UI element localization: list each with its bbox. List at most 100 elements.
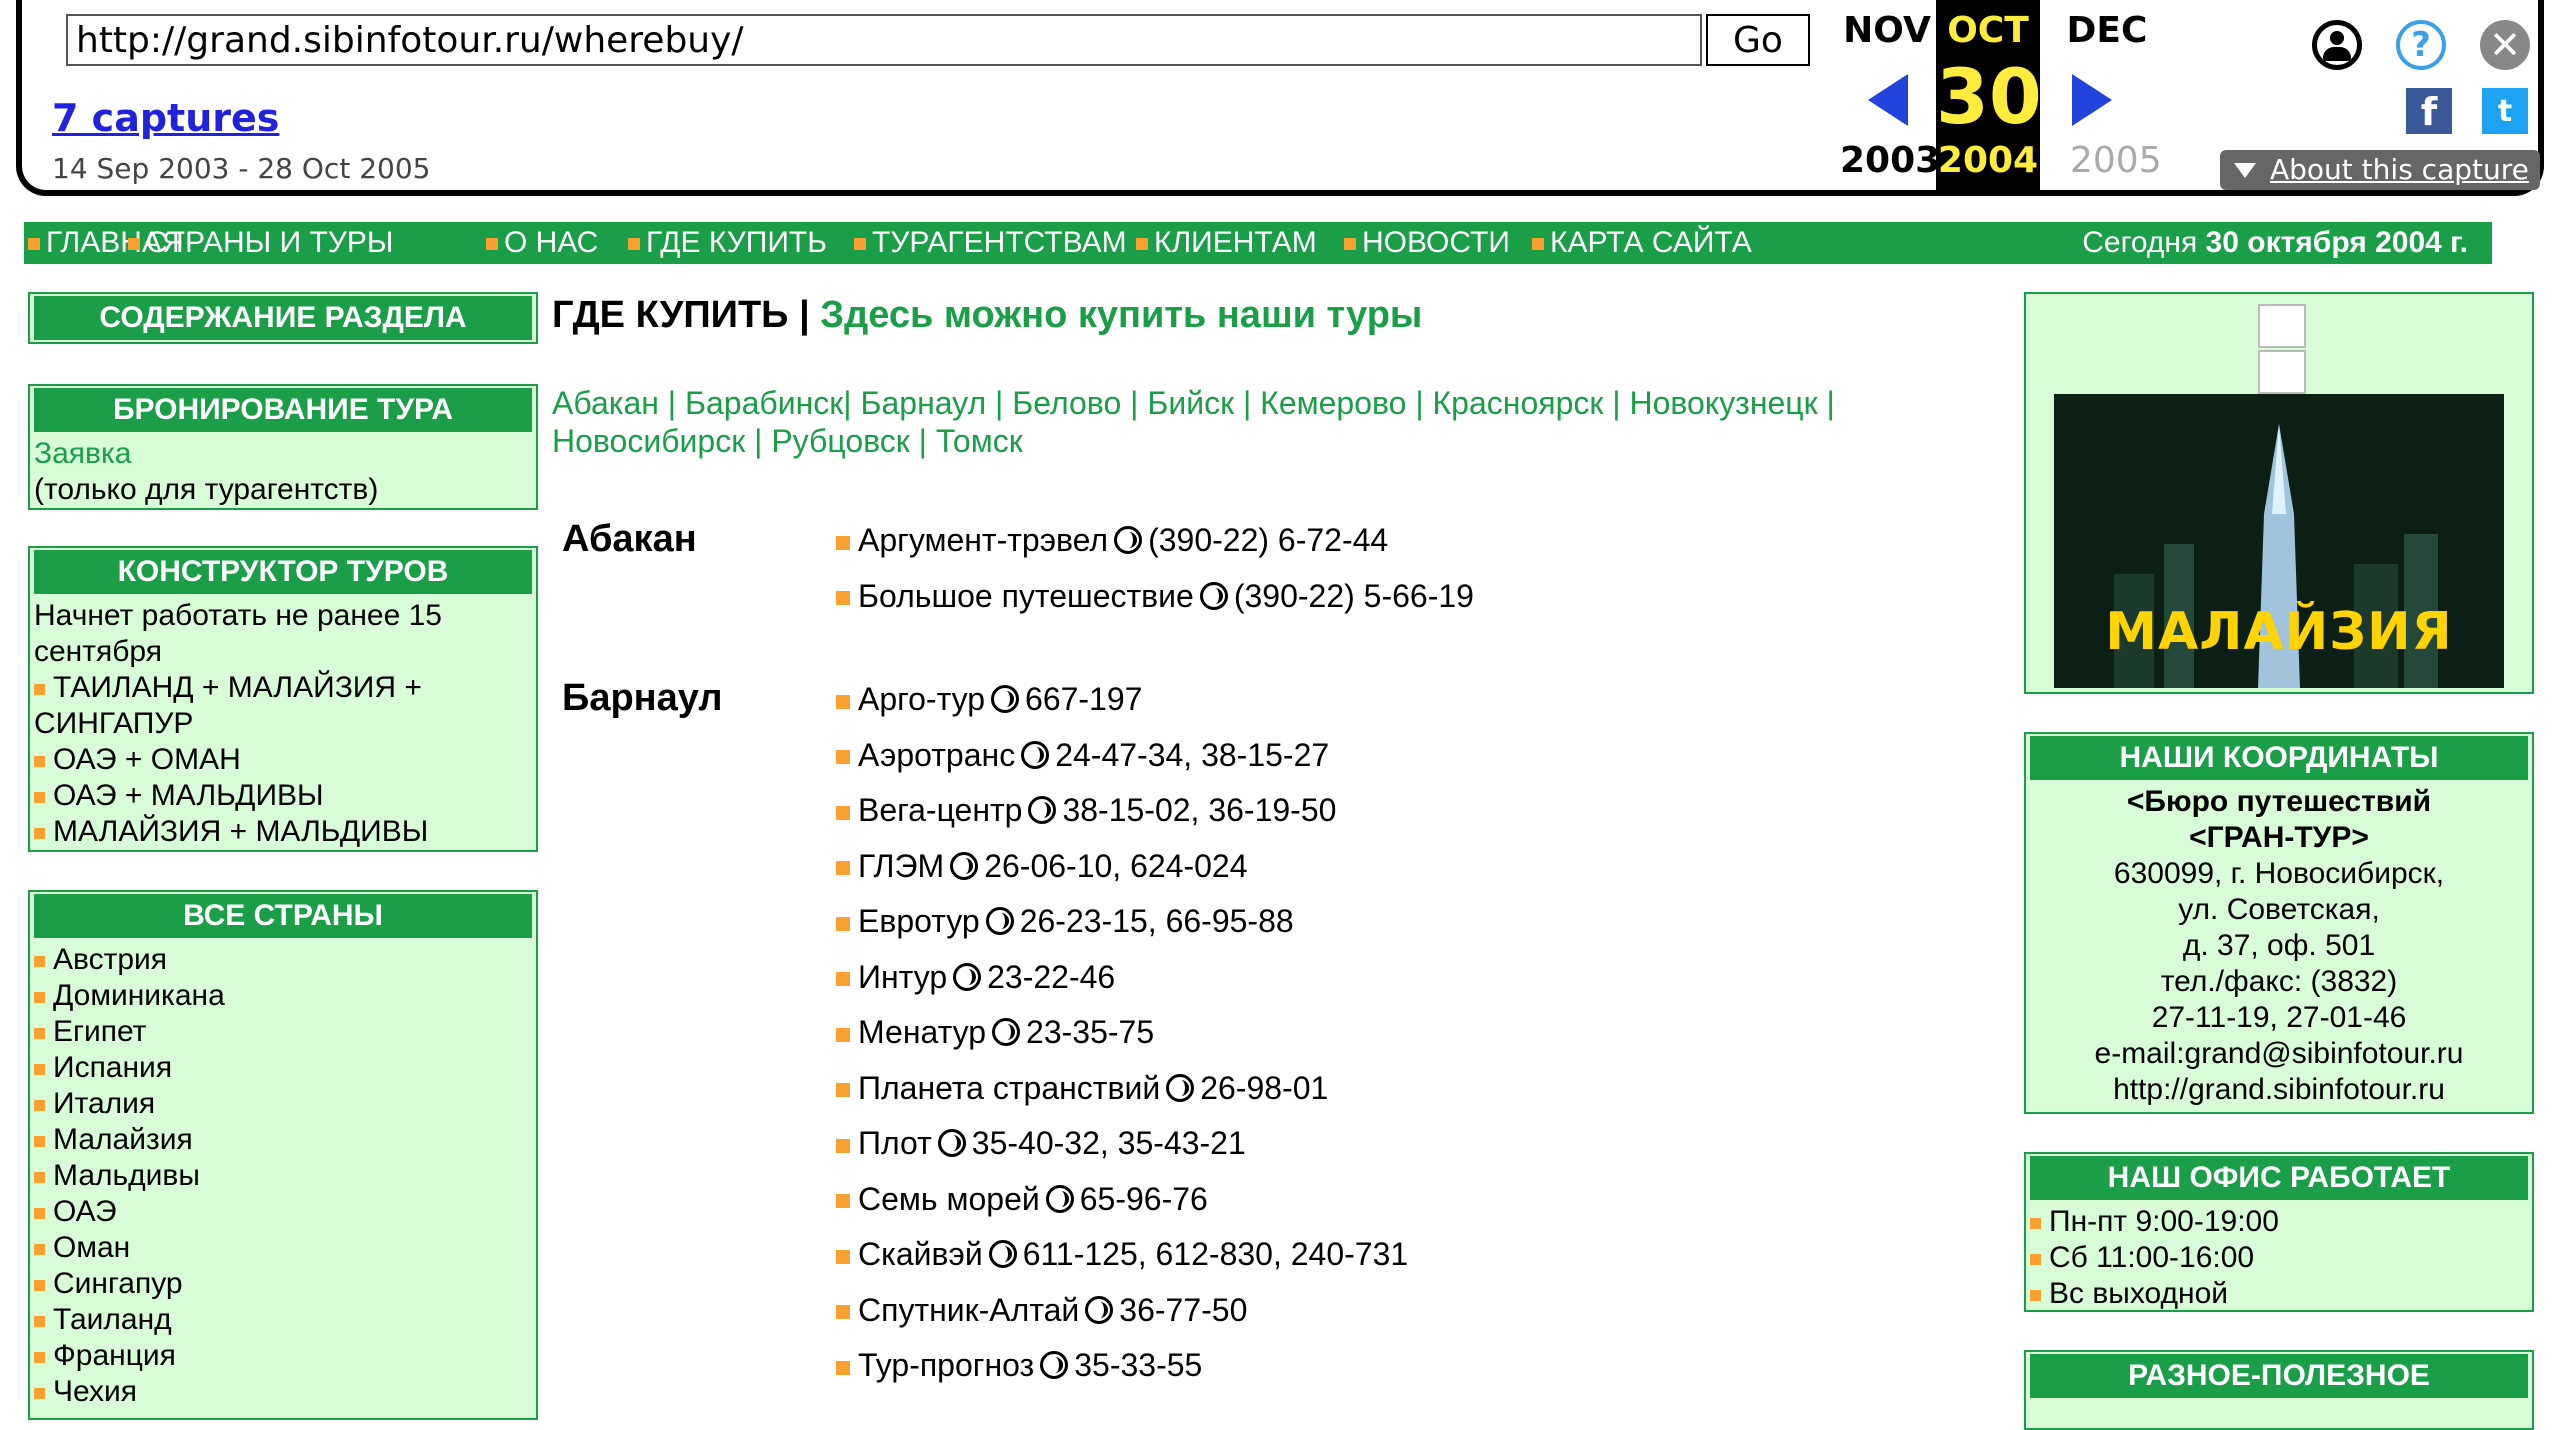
nav-item-agencies[interactable]: ТУРАГЕНТСТВАМ <box>854 226 1127 260</box>
prev-year-link[interactable]: 2003 <box>1840 140 1940 181</box>
bullet-icon <box>836 591 850 606</box>
country-item[interactable]: Испания <box>34 1050 532 1086</box>
facebook-icon[interactable]: f <box>2406 88 2452 134</box>
next-capture-arrow-icon[interactable] <box>2072 74 2112 126</box>
malaysia-banner[interactable]: МАЛАЙЗИЯ <box>2054 394 2504 688</box>
nav-item-countries[interactable]: СТРАНЫ И ТУРЫ <box>128 226 393 260</box>
city-links[interactable]: Абакан | Барабинск| Барнаул | Белово | Б… <box>552 384 1972 460</box>
bullet-icon <box>836 1083 850 1098</box>
broken-image-icon <box>2258 304 2306 348</box>
country-item[interactable]: Доминикана <box>34 978 532 1014</box>
bullet-icon <box>836 750 850 765</box>
next-year-label: 2005 <box>2070 140 2162 181</box>
nav-item-sitemap[interactable]: КАРТА САЙТА <box>1532 226 1752 260</box>
twitter-icon[interactable]: t <box>2482 88 2528 134</box>
current-day: 30 <box>1936 52 2042 141</box>
country-item[interactable]: Египет <box>34 1014 532 1050</box>
country-item[interactable]: Малайзия <box>34 1122 532 1158</box>
country-item[interactable]: Оман <box>34 1230 532 1266</box>
office-hours-item: Пн-пт 9:00-19:00 <box>2030 1204 2528 1240</box>
contents-box: СОДЕРЖАНИЕ РАЗДЕЛА <box>28 292 538 344</box>
agency-name: Спутник-Алтай <box>858 1291 1080 1328</box>
office-hours-item: Сб 11:00-16:00 <box>2030 1240 2528 1276</box>
wayback-url-input[interactable] <box>66 14 1702 66</box>
close-icon[interactable]: ✕ <box>2480 20 2530 70</box>
nav-item-about[interactable]: О НАС <box>486 226 598 260</box>
bullet-icon <box>836 1305 850 1320</box>
misc-title: РАЗНОЕ-ПОЛЕЗНОЕ <box>2030 1354 2528 1398</box>
page-subtitle: Здесь можно купить наши туры <box>820 294 1423 336</box>
nav-label: НОВОСТИ <box>1362 226 1510 259</box>
coordinates-line[interactable]: http://grand.sibinfotour.ru <box>2030 1072 2528 1108</box>
agency-name: Аргумент-трэвел <box>858 522 1109 558</box>
country-label: Таиланд <box>53 1303 172 1336</box>
next-month-link[interactable]: DEC <box>2052 10 2162 51</box>
agency-item: Аэротранс 24-47-34, 38-15-27 <box>836 737 1329 774</box>
country-label: Сингапур <box>53 1267 183 1300</box>
country-item[interactable]: Сингапур <box>34 1266 532 1302</box>
country-label: Италия <box>53 1087 156 1120</box>
agency-phone: 23-22-46 <box>987 958 1116 995</box>
agency-phone: 26-06-10, 624-024 <box>984 847 1248 884</box>
country-item[interactable]: Мальдивы <box>34 1158 532 1194</box>
office-hours-list: Пн-пт 9:00-19:00 Сб 11:00-16:00 Вс выходно… <box>2026 1200 2532 1316</box>
country-item[interactable]: Франция <box>34 1338 532 1374</box>
bullet-icon <box>34 1243 45 1255</box>
user-icon[interactable] <box>2312 20 2362 70</box>
coordinates-line: <Бюро путешествий <box>2126 785 2432 818</box>
bullet-icon <box>34 1063 45 1075</box>
country-item[interactable]: Австрия <box>34 942 532 978</box>
constructor-item[interactable]: ОАЭ + МАЛЬДИВЫ <box>34 778 532 814</box>
bullet-icon <box>34 755 45 767</box>
today-date: Сегодня 30 октября 2004 г. <box>2082 226 2468 260</box>
bullet-icon <box>34 1207 45 1219</box>
country-item[interactable]: Таиланд <box>34 1302 532 1338</box>
city-links-line[interactable]: Абакан | Барабинск| Барнаул | Белово | Б… <box>552 384 1972 422</box>
bullet-icon <box>854 238 866 251</box>
office-hours-item: Вс выходной <box>2030 1276 2528 1312</box>
about-capture-button[interactable]: About this capture <box>2220 150 2540 190</box>
nav-item-clients[interactable]: КЛИЕНТАМ <box>1136 226 1317 260</box>
phone-icon <box>1085 1295 1114 1324</box>
country-item[interactable]: Чехия <box>34 1374 532 1410</box>
country-item[interactable]: ОАЭ <box>34 1194 532 1230</box>
phone-icon <box>1028 796 1057 824</box>
agency-phone: (390-22) 5-66-19 <box>1233 577 1474 614</box>
country-label: Малайзия <box>53 1123 193 1156</box>
nav-item-where-buy[interactable]: ГДЕ КУПИТЬ <box>628 226 827 260</box>
prev-month-link[interactable]: NOV <box>1832 10 1942 51</box>
agency-phone: 38-15-02, 36-19-50 <box>1062 792 1337 828</box>
countries-list: Австрия Доминикана Египет Испания Италия Мала… <box>30 938 536 1414</box>
country-label: Египет <box>53 1015 147 1048</box>
constructor-item[interactable]: ТАИЛАНД + МАЛАЙЗИЯ + <box>34 670 532 706</box>
office-hours-label: Сб 11:00-16:00 <box>2049 1241 2255 1274</box>
agency-name: Плот <box>858 1125 932 1161</box>
bullet-icon <box>836 805 850 820</box>
phone-icon <box>950 851 979 880</box>
nav-item-news[interactable]: НОВОСТИ <box>1344 226 1510 260</box>
constructor-item[interactable]: ОАЭ + ОМАН <box>34 742 532 778</box>
captures-link[interactable]: 7 captures <box>52 96 279 140</box>
phone-icon <box>988 1240 1017 1268</box>
booking-request-link[interactable]: Заявка <box>34 436 532 472</box>
bullet-icon <box>628 238 640 251</box>
help-icon[interactable]: ? <box>2396 20 2446 70</box>
agency-item: Планета странствий 26-98-01 <box>836 1070 1328 1107</box>
agency-item: Менатур 23-35-75 <box>836 1014 1154 1051</box>
office-hours-box: НАШ ОФИС РАБОТАЕТ Пн-пт 9:00-19:00 Сб 11:… <box>2024 1152 2534 1312</box>
coordinates-line[interactable]: e-mail:grand@sibinfotour.ru <box>2030 1036 2528 1072</box>
current-month: OCT <box>1947 10 2029 51</box>
bullet-icon <box>836 1027 850 1042</box>
country-item[interactable]: Италия <box>34 1086 532 1122</box>
constructor-item-cont[interactable]: СИНГАПУР <box>34 706 532 742</box>
prev-capture-arrow-icon[interactable] <box>1868 74 1908 126</box>
wayback-go-button[interactable]: Go <box>1706 14 1810 66</box>
country-label: Австрия <box>53 943 168 976</box>
nav-label: КЛИЕНТАМ <box>1154 226 1317 259</box>
agency-item: Тур-прогноз 35-33-55 <box>836 1347 1202 1384</box>
city-links-line[interactable]: Новосибирск | Рубцовск | Томск <box>552 422 1972 460</box>
agency-name: Арго-тур <box>858 681 986 717</box>
constructor-item[interactable]: МАЛАЙЗИЯ + МАЛЬДИВЫ <box>34 814 532 850</box>
bullet-icon <box>2030 1253 2041 1265</box>
agency-name: Интур <box>858 958 948 995</box>
